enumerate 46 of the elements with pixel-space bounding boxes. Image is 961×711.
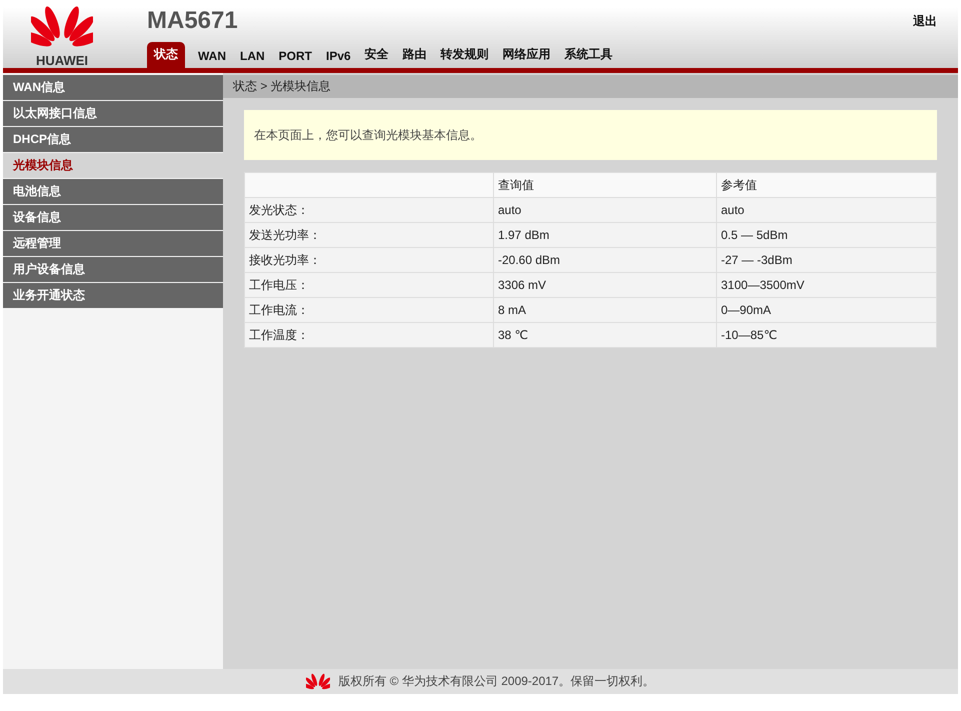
sidebar-item[interactable]: DHCP信息 — [3, 127, 223, 152]
sidebar-item[interactable]: 以太网接口信息 — [3, 101, 223, 126]
table-cell: -27 — -3dBm — [717, 248, 936, 272]
nav-tab[interactable]: 状态 — [147, 42, 185, 68]
table-cell: auto — [717, 198, 936, 222]
table-cell: 1.97 dBm — [494, 223, 716, 247]
copyright-text: 版权所有 © 华为技术有限公司 2009-2017。保留一切权利。 — [338, 673, 655, 690]
table-cell: 发光状态： — [245, 198, 493, 222]
table-cell: 0—90mA — [717, 298, 936, 322]
sidebar-item[interactable]: 设备信息 — [3, 205, 223, 230]
table-cell: 0.5 — 5dBm — [717, 223, 936, 247]
table-cell: -10—85℃ — [717, 323, 936, 347]
table-cell: 3306 mV — [494, 273, 716, 297]
notice-banner: 在本页面上，您可以查询光模块基本信息。 — [244, 110, 937, 160]
table-cell: 38 ℃ — [494, 323, 716, 347]
sidebar-item[interactable]: WAN信息 — [3, 75, 223, 100]
nav-tab[interactable]: IPv6 — [319, 45, 358, 68]
sidebar-item[interactable]: 远程管理 — [3, 231, 223, 256]
nav-tab[interactable]: 路由 — [396, 42, 434, 68]
nav-tab[interactable]: LAN — [233, 45, 272, 68]
table-cell: auto — [494, 198, 716, 222]
logo-text: HUAWEI — [36, 52, 88, 68]
nav-tab[interactable]: 系统工具 — [558, 42, 620, 68]
table-cell: 发送光功率： — [245, 223, 493, 247]
column-header: 参考值 — [717, 173, 936, 197]
table-cell: 工作电压： — [245, 273, 493, 297]
table-cell: 3100—3500mV — [717, 273, 936, 297]
table-cell: 工作电流： — [245, 298, 493, 322]
sidebar-item[interactable]: 业务开通状态 — [3, 283, 223, 308]
table-cell: 工作温度： — [245, 323, 493, 347]
table-cell: 8 mA — [494, 298, 716, 322]
model-title: MA5671 — [147, 7, 238, 36]
sidebar-item[interactable]: 用户设备信息 — [3, 257, 223, 282]
nav-tab[interactable]: PORT — [272, 45, 320, 68]
nav-tab[interactable]: WAN — [191, 45, 233, 68]
nav-tab[interactable]: 网络应用 — [496, 42, 558, 68]
column-header: 查询值 — [494, 173, 716, 197]
logo-icon — [306, 672, 330, 692]
table-cell: -20.60 dBm — [494, 248, 716, 272]
breadcrumb: 状态 > 光模块信息 — [223, 75, 958, 98]
sidebar-item[interactable]: 电池信息 — [3, 179, 223, 204]
logout-link[interactable]: 退出 — [913, 13, 937, 30]
sidebar-item[interactable]: 光模块信息 — [3, 153, 223, 178]
table-cell: 接收光功率： — [245, 248, 493, 272]
nav-tab[interactable]: 安全 — [358, 42, 396, 68]
nav-tab[interactable]: 转发规则 — [434, 42, 496, 68]
